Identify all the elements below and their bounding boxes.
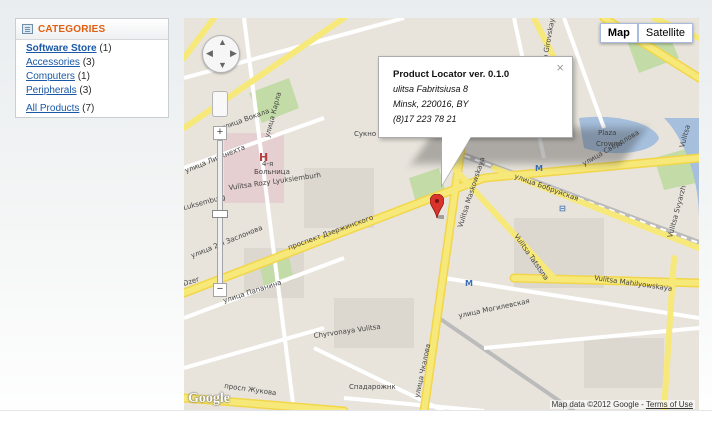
map-type-control: Map Satellite	[599, 23, 693, 43]
map-type-map-button[interactable]: Map	[599, 23, 638, 43]
pegman-icon[interactable]	[212, 91, 228, 117]
hospital-icon: H	[259, 151, 268, 164]
category-count: (1)	[77, 71, 90, 82]
category-link-all-products[interactable]: All Products	[26, 103, 79, 114]
pan-down-icon[interactable]: ▼	[218, 60, 227, 70]
terms-link[interactable]: Terms of Use	[646, 400, 693, 409]
pan-up-icon[interactable]: ▲	[218, 37, 227, 47]
close-icon[interactable]: ×	[556, 60, 564, 75]
category-list: Software Store (1) Accessories (3) Compu…	[16, 40, 168, 116]
zoom-in-button[interactable]: +	[213, 126, 227, 140]
train-icon: ⊟	[559, 204, 566, 213]
categories-header: CATEGORIES	[16, 19, 168, 40]
zoom-out-button[interactable]: −	[213, 283, 227, 297]
info-window: × Product Locator ver. 0.1.0 ulitsa Fabr…	[378, 56, 573, 138]
zoom-slider-handle[interactable]	[212, 210, 228, 218]
page-footer-strip	[0, 410, 712, 429]
category-item-accessories: Accessories (3)	[26, 56, 168, 70]
pan-right-icon[interactable]: ▶	[230, 48, 237, 59]
map-label: Сукно	[354, 130, 376, 138]
store-title: Product Locator ver. 0.1.0	[393, 69, 510, 80]
category-link-accessories[interactable]: Accessories	[26, 57, 80, 68]
metro-icon: M	[465, 279, 473, 288]
category-count: (3)	[79, 85, 92, 96]
category-item-computers: Computers (1)	[26, 70, 168, 84]
category-item-software-store: Software Store (1)	[26, 42, 168, 56]
map-label: Спадарожнк	[349, 383, 396, 391]
metro-icon: M	[535, 164, 543, 173]
pan-left-icon[interactable]: ◀	[206, 48, 213, 59]
category-item-all-products: All Products (7)	[26, 102, 168, 116]
categories-title: CATEGORIES	[38, 23, 106, 35]
store-phone: (8)17 223 78 21	[393, 114, 457, 124]
pan-control[interactable]: ▲ ▼ ◀ ▶	[202, 35, 240, 73]
category-count: (3)	[82, 57, 95, 68]
category-link-computers[interactable]: Computers	[26, 71, 75, 82]
store-city: Minsk, 220016, BY	[393, 99, 469, 109]
page-background: CATEGORIES Software Store (1) Accessorie…	[0, 0, 712, 429]
attribution-text: Map data ©2012 Google	[551, 400, 639, 409]
categories-block: CATEGORIES Software Store (1) Accessorie…	[15, 18, 169, 118]
map-label: Больница	[254, 168, 290, 176]
category-count: (7)	[82, 103, 95, 114]
category-link-peripherals[interactable]: Peripherals	[26, 85, 77, 96]
infowindow-tail	[442, 135, 472, 185]
google-logo: Google	[188, 391, 230, 406]
category-count: (1)	[99, 43, 112, 54]
map-attribution: Map data ©2012 Google - Terms of Use	[549, 400, 695, 409]
list-icon	[22, 24, 33, 34]
store-street: ulitsa Fabritsiusa 8	[393, 84, 469, 94]
category-link-software-store[interactable]: Software Store	[26, 43, 97, 54]
map-pin-icon[interactable]	[430, 194, 444, 220]
map-type-satellite-button[interactable]: Satellite	[637, 23, 693, 43]
category-item-peripherals: Peripherals (3)	[26, 84, 168, 98]
store-map[interactable]: Сукно Crowne Plaza 4-я Больница проспект…	[184, 18, 699, 411]
